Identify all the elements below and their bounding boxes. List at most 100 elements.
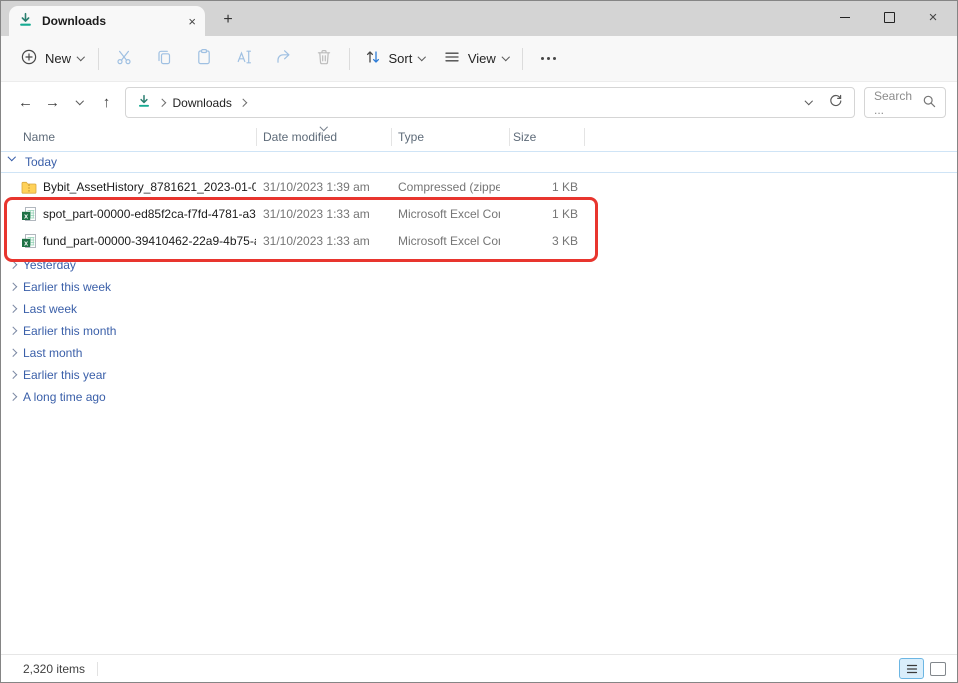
column-divider <box>256 128 257 146</box>
details-view-toggle[interactable] <box>899 658 924 679</box>
file-list: Today Bybit_AssetHistory_8781621_2023-01… <box>1 151 957 408</box>
share-icon <box>275 48 293 69</box>
zip-folder-icon <box>21 179 37 195</box>
group-header-a-long-time-ago[interactable]: A long time ago <box>1 386 957 408</box>
rename-button[interactable] <box>224 43 264 75</box>
address-bar[interactable]: Downloads <box>125 87 855 118</box>
copy-button[interactable] <box>144 43 184 75</box>
file-row-fund-csv[interactable]: x fund_part-00000-39410462-22a9-4b75-afb… <box>1 227 957 254</box>
new-button[interactable]: New <box>11 43 93 75</box>
column-divider <box>391 128 392 146</box>
forward-button[interactable]: → <box>39 89 66 117</box>
column-header-date-modified[interactable]: Date modified <box>263 130 337 144</box>
items-count: 2,320 items <box>23 662 85 676</box>
see-more-button[interactable] <box>528 43 568 75</box>
file-row-spot-csv[interactable]: x spot_part-00000-ed85f2ca-f7fd-4781-a3e… <box>1 200 957 227</box>
column-header-size[interactable]: Size <box>513 130 536 144</box>
chevron-right-icon[interactable] <box>9 349 17 357</box>
toolbar-divider <box>522 48 523 70</box>
minimize-icon <box>840 17 850 18</box>
group-header-yesterday[interactable]: Yesterday <box>1 254 957 276</box>
tab-downloads[interactable]: Downloads × <box>9 6 205 36</box>
column-header-name[interactable]: Name <box>23 130 55 144</box>
file-name: Bybit_AssetHistory_8781621_2023-01-01_20… <box>43 180 256 194</box>
file-type: Microsoft Excel Com... <box>398 207 500 221</box>
up-arrow-icon: ↑ <box>103 94 111 111</box>
file-size: 3 KB <box>506 234 578 248</box>
tab-close-icon[interactable]: × <box>188 15 196 28</box>
file-date-modified: 31/10/2023 1:39 am <box>263 180 370 194</box>
excel-csv-icon: x <box>21 233 37 249</box>
breadcrumb-downloads[interactable]: Downloads <box>173 96 232 110</box>
group-header-today[interactable]: Today <box>1 151 957 173</box>
maximize-button[interactable] <box>867 1 911 34</box>
group-label: A long time ago <box>23 390 106 404</box>
large-icons-view-toggle[interactable] <box>930 662 946 676</box>
address-dropdown-icon[interactable] <box>804 97 812 105</box>
trash-icon <box>315 48 333 69</box>
toolbar-divider <box>98 48 99 70</box>
magnifier-icon <box>922 94 936 111</box>
up-button[interactable]: ↑ <box>93 89 120 117</box>
rename-icon <box>235 48 253 69</box>
delete-button[interactable] <box>304 43 344 75</box>
close-button[interactable]: × <box>911 1 955 34</box>
column-header-type[interactable]: Type <box>398 130 424 144</box>
tab-bar: Downloads × + × <box>1 1 957 36</box>
sort-button[interactable]: Sort <box>355 43 434 75</box>
group-label: Yesterday <box>23 258 76 272</box>
chevron-down-icon <box>77 53 85 61</box>
chevron-right-icon[interactable] <box>9 261 17 269</box>
column-header-row: Name Date modified Type Size <box>1 123 957 152</box>
status-bar: 2,320 items <box>1 654 957 682</box>
share-button[interactable] <box>264 43 304 75</box>
search-input[interactable]: Search ... <box>864 87 946 118</box>
file-row-zip[interactable]: Bybit_AssetHistory_8781621_2023-01-01_20… <box>1 173 957 200</box>
chevron-right-icon[interactable] <box>9 327 17 335</box>
sort-label: Sort <box>389 51 413 66</box>
chevron-down-icon[interactable] <box>8 153 16 161</box>
chevron-down-icon <box>418 53 426 61</box>
column-divider <box>509 128 510 146</box>
address-row: ← → ↑ Downloads Search ... <box>1 82 957 123</box>
group-header-earlier-this-year[interactable]: Earlier this year <box>1 364 957 386</box>
chevron-right-icon[interactable] <box>9 371 17 379</box>
back-button[interactable]: ← <box>12 89 39 117</box>
recent-locations-button[interactable] <box>66 89 93 117</box>
maximize-icon <box>884 12 895 23</box>
group-label: Earlier this month <box>23 324 116 338</box>
view-button[interactable]: View <box>434 43 517 75</box>
breadcrumb-chevron-icon <box>158 99 166 107</box>
chevron-right-icon[interactable] <box>9 393 17 401</box>
group-label: Earlier this week <box>23 280 111 294</box>
view-list-icon <box>443 48 461 69</box>
group-label: Today <box>25 155 57 169</box>
group-header-last-week[interactable]: Last week <box>1 298 957 320</box>
cut-icon <box>115 48 133 69</box>
group-header-earlier-this-week[interactable]: Earlier this week <box>1 276 957 298</box>
group-label: Last week <box>23 302 77 316</box>
chevron-right-icon[interactable] <box>9 283 17 291</box>
minimize-button[interactable] <box>823 1 867 34</box>
file-name: spot_part-00000-ed85f2ca-f7fd-4781-a3e6-… <box>43 207 256 221</box>
cut-button[interactable] <box>104 43 144 75</box>
chevron-right-icon[interactable] <box>9 305 17 313</box>
search-placeholder: Search ... <box>874 89 922 117</box>
breadcrumb-chevron-icon <box>239 99 247 107</box>
file-name: fund_part-00000-39410462-22a9-4b75-afb1-… <box>43 234 256 248</box>
plus-icon: + <box>223 11 232 29</box>
group-header-last-month[interactable]: Last month <box>1 342 957 364</box>
paste-button[interactable] <box>184 43 224 75</box>
file-type: Compressed (zipped)... <box>398 180 500 194</box>
refresh-icon[interactable] <box>827 93 843 112</box>
copy-icon <box>155 48 173 69</box>
file-date-modified: 31/10/2023 1:33 am <box>263 207 370 221</box>
tab-title: Downloads <box>42 14 179 28</box>
chevron-down-icon <box>76 97 84 105</box>
file-size: 1 KB <box>506 207 578 221</box>
window-controls: × <box>823 1 955 34</box>
see-more-icon <box>541 57 556 60</box>
downloads-icon <box>137 94 151 111</box>
group-header-earlier-this-month[interactable]: Earlier this month <box>1 320 957 342</box>
new-tab-button[interactable]: + <box>215 8 241 32</box>
